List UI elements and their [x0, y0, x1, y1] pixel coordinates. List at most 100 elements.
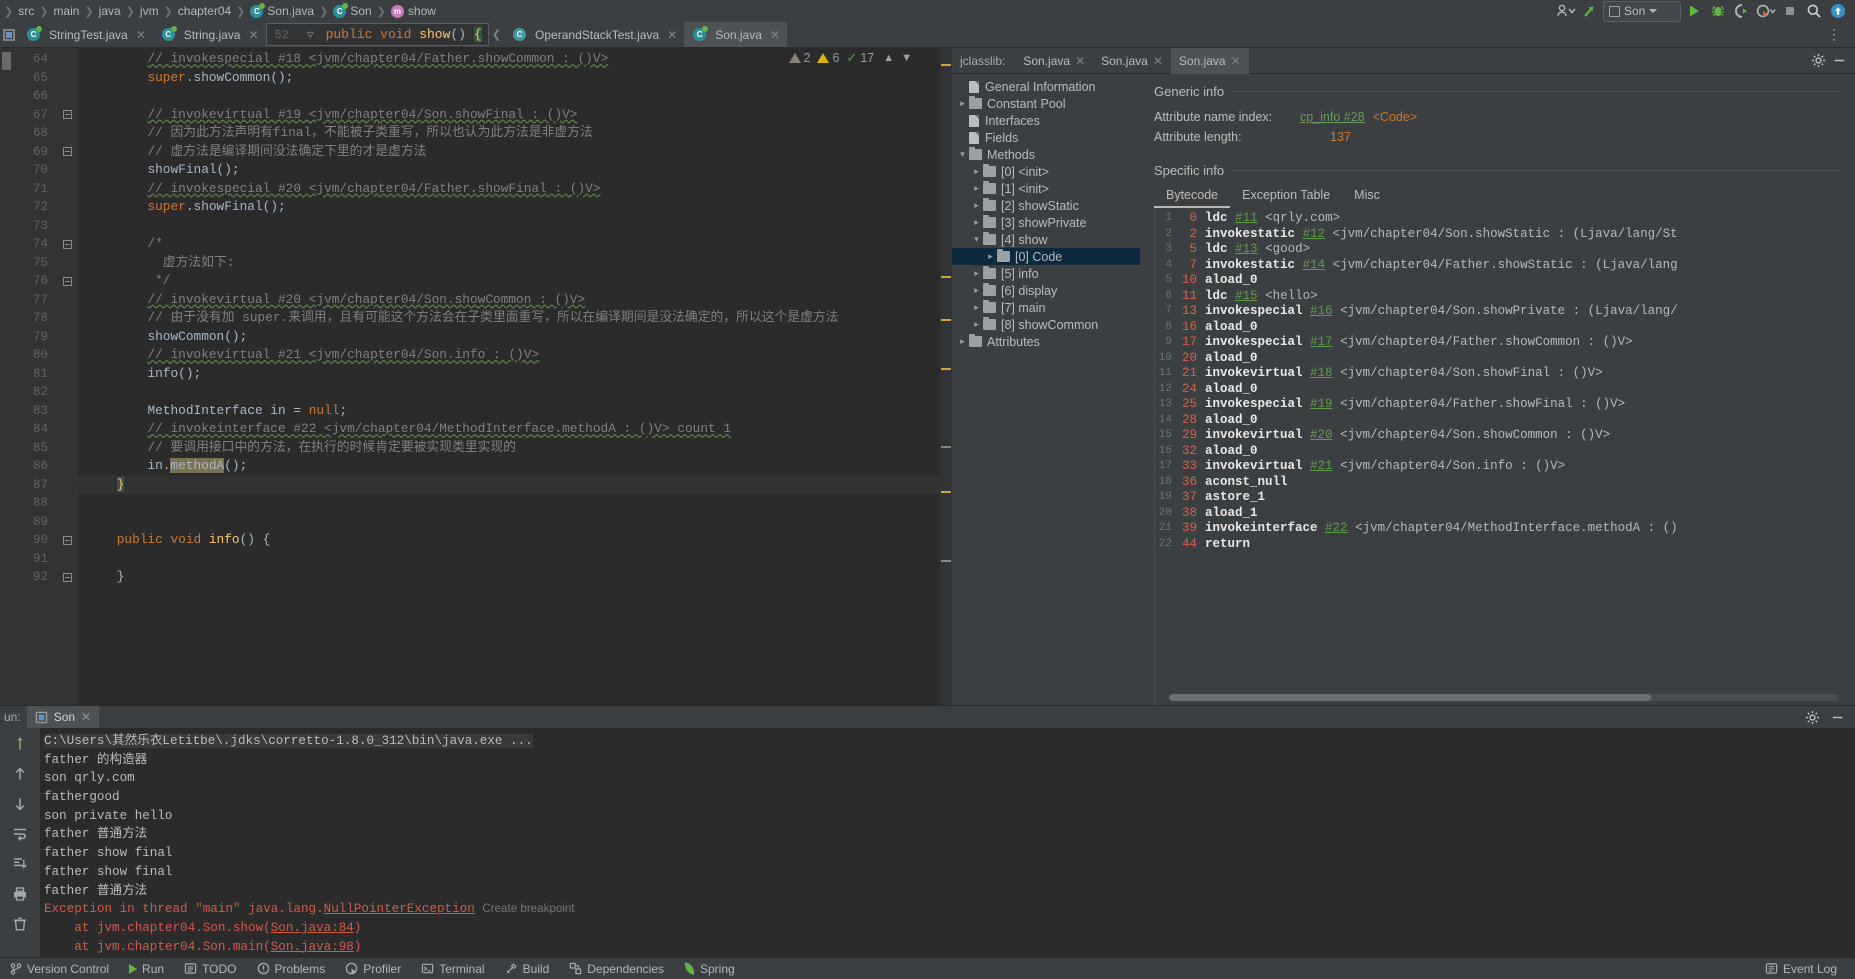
bytecode-instruction[interactable]: 14 28 aload_0 — [1155, 413, 1855, 429]
fold-collapse-icon[interactable] — [62, 239, 72, 249]
stacktrace-source-link[interactable]: Son.java:98 — [271, 940, 354, 954]
tree-node[interactable]: ▸ [2] showStatic — [952, 197, 1140, 214]
tree-node[interactable]: ▸ [5] info — [952, 265, 1140, 282]
profiler-button[interactable] — [1755, 1, 1777, 21]
bytecode-instruction[interactable]: 15 29 invokevirtual #20 <jvm/chapter04/Son… — [1155, 428, 1855, 444]
bytecode-instruction[interactable]: 10 20 aload_0 — [1155, 351, 1855, 367]
status-item-version-control[interactable]: Version Control — [0, 962, 119, 976]
chevron-right-icon[interactable]: ▸ — [956, 98, 969, 109]
fold-icon[interactable]: ▽ — [307, 28, 318, 42]
close-icon[interactable]: ✕ — [667, 28, 677, 42]
console-stacktrace-line[interactable]: at jvm.chapter04.Son.main(Son.java:98) — [44, 938, 1855, 957]
jclasslib-tab-2[interactable]: Son.java ✕ — [1093, 48, 1171, 74]
bytecode-instruction[interactable]: 9 17 invokespecial #17 <jvm/chapter04/Fath… — [1155, 335, 1855, 351]
fold-marker[interactable] — [56, 235, 78, 254]
close-icon[interactable]: ✕ — [81, 710, 91, 724]
bytecode-instruction[interactable]: 17 33 invokevirtual #21 <jvm/chapter04/Son… — [1155, 459, 1855, 475]
class-structure-tree[interactable]: General Information ▸ Constant Pool Interfa… — [952, 74, 1140, 705]
status-item-terminal[interactable]: Terminal — [411, 962, 494, 976]
tree-node[interactable]: ▸ Attributes — [952, 333, 1140, 350]
update-arrow-icon[interactable] — [1579, 1, 1601, 21]
chevron-right-icon[interactable]: ▸ — [956, 336, 969, 347]
fold-end-icon[interactable] — [62, 572, 72, 582]
run-configuration-selector[interactable]: Son — [1603, 0, 1681, 22]
code-editor[interactable]: 64 65 66 67 68 69 70 71 72 73 74 75 76 77 78 79 80 81 82 83… — [0, 48, 952, 705]
fold-marker[interactable] — [56, 272, 78, 291]
constant-pool-ref[interactable]: #22 — [1325, 521, 1348, 537]
constant-pool-ref[interactable]: #21 — [1310, 459, 1333, 475]
inspection-widget[interactable]: 2 6 ✓ 17 ▲ ▼ — [788, 50, 915, 66]
gear-icon[interactable] — [1811, 53, 1826, 68]
user-dropdown-icon[interactable] — [1555, 1, 1577, 21]
status-item-problems[interactable]: Problems — [247, 962, 336, 976]
chevron-right-icon[interactable]: ▸ — [970, 268, 983, 279]
stacktrace-source-link[interactable]: Son.java:84 — [271, 921, 354, 935]
tree-node[interactable]: ▾ [4] show — [952, 231, 1140, 248]
scroll-down-icon[interactable] — [9, 794, 31, 814]
bytecode-listing[interactable]: 1 0 ldc #11 <qrly.com> 2 2 invokestatic #12 <… — [1154, 208, 1855, 705]
breadcrumb-src[interactable]: src — [15, 4, 37, 18]
minimize-icon[interactable] — [1830, 710, 1845, 725]
code-folding-gutter[interactable] — [56, 48, 78, 705]
fold-marker[interactable] — [56, 106, 78, 125]
bytecode-horizontal-scrollbar[interactable] — [1169, 694, 1839, 701]
tab-bytecode[interactable]: Bytecode — [1154, 184, 1231, 208]
chevron-right-icon[interactable]: ▸ — [970, 285, 983, 296]
editor-tab-string[interactable]: C String.java ✕ — [153, 22, 266, 47]
tree-node[interactable]: ▸ [3] showPrivate — [952, 214, 1140, 231]
breadcrumb-son-java[interactable]: C Son.java — [247, 2, 317, 18]
breadcrumb-main[interactable]: main — [50, 4, 82, 18]
constant-pool-ref[interactable]: #13 — [1235, 242, 1258, 258]
chevron-down-icon[interactable]: ▾ — [970, 234, 983, 245]
constant-pool-ref[interactable]: #19 — [1310, 397, 1333, 413]
bytecode-instruction[interactable]: 3 5 ldc #13 <good> — [1155, 242, 1855, 258]
scroll-up-icon[interactable] — [9, 764, 31, 784]
editor-tab-stringtest[interactable]: C StringTest.java ✕ — [18, 22, 153, 47]
soft-wrap-icon[interactable] — [9, 824, 31, 844]
code-text-area[interactable]: // invokespecial #18 <jvm/chapter04/Fath… — [78, 48, 940, 705]
create-breakpoint-hint[interactable]: Create breakpoint — [482, 902, 574, 915]
fold-marker[interactable] — [56, 143, 78, 162]
bytecode-instruction[interactable]: 19 37 astore_1 — [1155, 490, 1855, 506]
run-tab-son[interactable]: Son ✕ — [26, 706, 100, 728]
status-item-event-log[interactable]: Event Log — [1755, 962, 1847, 976]
stop-button[interactable] — [1779, 1, 1801, 21]
console-output[interactable]: C:\Users\其然乐衣Letitbe\.jdks\corretto-1.8.… — [40, 728, 1855, 957]
close-icon[interactable]: ✕ — [1231, 54, 1241, 68]
tree-node[interactable]: ▸ [0] Code — [952, 248, 1140, 265]
breadcrumb-jvm[interactable]: jvm — [137, 4, 162, 18]
tree-node[interactable]: ▸ [1] <init> — [952, 180, 1140, 197]
tree-node[interactable]: ▸ [0] <init> — [952, 163, 1140, 180]
close-icon[interactable]: ✕ — [1153, 54, 1163, 68]
run-with-coverage-button[interactable] — [1731, 1, 1753, 21]
bytecode-instruction[interactable]: 2 2 invokestatic #12 <jvm/chapter04/Son.sh… — [1155, 227, 1855, 243]
trash-icon[interactable] — [9, 914, 31, 934]
bytecode-instruction[interactable]: 12 24 aload_0 — [1155, 382, 1855, 398]
status-item-spring[interactable]: Spring — [674, 962, 745, 976]
status-item-profiler[interactable]: Profiler — [335, 962, 411, 976]
close-icon[interactable]: ✕ — [1075, 54, 1085, 68]
console-stacktrace-line[interactable]: at jvm.chapter04.Son.show(Son.java:84) — [44, 919, 1855, 938]
tab-misc[interactable]: Misc — [1342, 184, 1392, 208]
search-icon[interactable] — [1803, 1, 1825, 21]
tree-node[interactable]: ▸ [7] main — [952, 299, 1140, 316]
chevron-right-icon[interactable]: ▸ — [970, 319, 983, 330]
breadcrumb-show-method[interactable]: m show — [388, 4, 439, 18]
jclasslib-tab-1[interactable]: Son.java ✕ — [1015, 48, 1093, 74]
chevron-right-icon[interactable]: ▸ — [970, 302, 983, 313]
constant-pool-ref[interactable]: #18 — [1310, 366, 1333, 382]
constant-pool-ref[interactable]: #11 — [1235, 211, 1258, 227]
tab-list-icon[interactable] — [0, 22, 18, 47]
close-icon[interactable]: ✕ — [248, 28, 258, 42]
fold-end-icon[interactable] — [62, 147, 72, 157]
gear-icon[interactable] — [1805, 710, 1820, 725]
editor-tab-operandstacktest[interactable]: C OperandStackTest.java ✕ — [504, 22, 684, 47]
chevron-down-icon[interactable]: ▾ — [956, 149, 969, 160]
bytecode-instruction[interactable]: 1 0 ldc #11 <qrly.com> — [1155, 211, 1855, 227]
constant-pool-ref[interactable]: #15 — [1235, 289, 1258, 305]
bytecode-instruction[interactable]: 18 36 aconst_null — [1155, 475, 1855, 491]
constant-pool-ref[interactable]: #14 — [1303, 258, 1326, 274]
tree-node[interactable]: ▸ Constant Pool — [952, 95, 1140, 112]
status-item-dependencies[interactable]: Dependencies — [559, 962, 674, 976]
constant-pool-ref[interactable]: #20 — [1310, 428, 1333, 444]
